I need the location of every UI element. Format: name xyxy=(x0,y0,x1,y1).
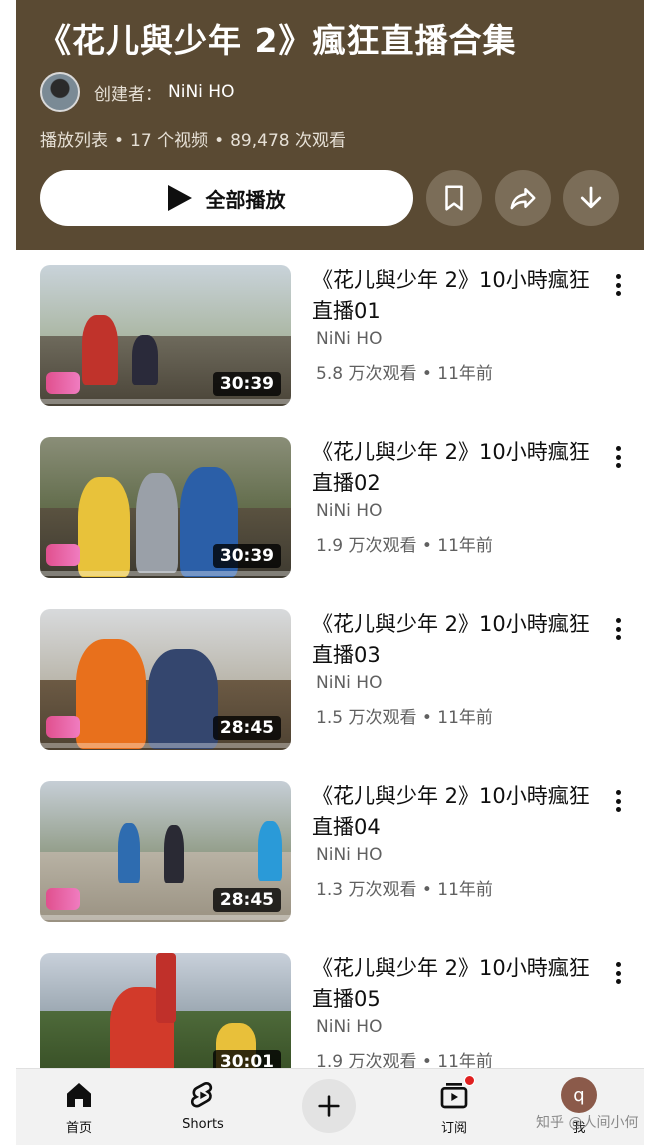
create-button[interactable] xyxy=(302,1079,356,1133)
save-playlist-button[interactable] xyxy=(426,170,482,226)
creator-avatar[interactable] xyxy=(40,72,80,112)
video-title[interactable]: 《花儿與少年 2》10小時瘋狂直播03 xyxy=(312,609,602,671)
notification-dot xyxy=(464,1075,475,1086)
video-channel[interactable]: NiNi HO xyxy=(316,329,382,349)
more-vert-icon[interactable] xyxy=(608,787,628,815)
channel-logo xyxy=(46,544,80,566)
video-channel[interactable]: NiNi HO xyxy=(316,673,382,693)
more-vert-icon[interactable] xyxy=(608,271,628,299)
channel-logo xyxy=(46,372,80,394)
video-thumbnail[interactable]: 30:01 xyxy=(40,953,291,1068)
shorts-icon xyxy=(185,1077,221,1113)
more-vert-icon[interactable] xyxy=(608,959,628,987)
nav-shorts[interactable]: Shorts xyxy=(158,1077,248,1132)
video-stats: 1.3 万次观看 • 11年前 xyxy=(316,880,493,900)
video-channel[interactable]: NiNi HO xyxy=(316,845,382,865)
video-count: 17 个视频 xyxy=(130,131,209,151)
download-icon xyxy=(580,186,602,209)
video-thumbnail[interactable]: 30:39 xyxy=(40,437,291,578)
playlist-meta: 播放列表 • 17 个视频 • 89,478 次观看 xyxy=(40,131,346,151)
share-button[interactable] xyxy=(495,170,551,226)
video-duration: 30:01 xyxy=(212,1050,281,1068)
bookmark-icon xyxy=(445,185,463,211)
creator-row[interactable]: 创建者： NiNi HO xyxy=(40,72,234,112)
play-all-label: 全部播放 xyxy=(205,187,286,212)
video-item[interactable]: 28:45 《花儿與少年 2》10小時瘋狂直播04 NiNi HO 1.3 万次… xyxy=(40,781,640,926)
video-item[interactable]: 30:39 《花儿與少年 2》10小時瘋狂直播01 NiNi HO 5.8 万次… xyxy=(40,265,640,410)
video-title[interactable]: 《花儿與少年 2》10小時瘋狂直播01 xyxy=(312,265,602,327)
playlist-header: 《花儿與少年 2》瘋狂直播合集 创建者： NiNi HO 播放列表 • 17 个视频… xyxy=(16,0,644,250)
video-duration: 30:39 xyxy=(212,372,281,396)
share-icon xyxy=(510,188,536,210)
creator-label: 创建者： xyxy=(94,84,162,105)
nav-home-label: 首页 xyxy=(65,1121,92,1136)
nav-subscriptions-label: 订阅 xyxy=(440,1121,467,1136)
video-stats: 1.5 万次观看 • 11年前 xyxy=(316,708,493,728)
play-icon xyxy=(167,185,192,211)
creator-name[interactable]: NiNi HO xyxy=(168,82,234,102)
nav-subscriptions[interactable]: 订阅 xyxy=(409,1075,499,1136)
video-channel[interactable]: NiNi HO xyxy=(316,501,382,521)
video-duration: 28:45 xyxy=(212,888,281,912)
video-thumbnail[interactable]: 28:45 xyxy=(40,609,291,750)
video-thumbnail[interactable]: 28:45 xyxy=(40,781,291,922)
video-stats: 1.9 万次观看 • 11年前 xyxy=(316,536,493,556)
nav-home[interactable]: 首页 xyxy=(34,1077,124,1136)
view-count: 89,478 次观看 xyxy=(230,131,346,151)
video-title[interactable]: 《花儿與少年 2》10小時瘋狂直播05 xyxy=(312,953,602,1015)
playlist-title: 《花儿與少年 2》瘋狂直播合集 xyxy=(38,21,517,60)
playlist-type: 播放列表 xyxy=(40,131,108,151)
play-all-button[interactable]: 全部播放 xyxy=(40,170,413,226)
home-icon xyxy=(61,1077,97,1113)
video-item[interactable]: 30:39 《花儿與少年 2》10小時瘋狂直播02 NiNi HO 1.9 万次… xyxy=(40,437,640,582)
video-title[interactable]: 《花儿與少年 2》10小時瘋狂直播04 xyxy=(312,781,602,843)
video-duration: 30:39 xyxy=(212,544,281,568)
subscriptions-icon xyxy=(436,1075,475,1113)
video-title[interactable]: 《花儿與少年 2》10小時瘋狂直播02 xyxy=(312,437,602,499)
video-duration: 28:45 xyxy=(212,716,281,740)
video-item[interactable]: 28:45 《花儿與少年 2》10小時瘋狂直播03 NiNi HO 1.5 万次… xyxy=(40,609,640,754)
more-vert-icon[interactable] xyxy=(608,443,628,471)
bottom-navigation: 首页 Shorts 订阅 q 我 xyxy=(16,1068,644,1145)
you-avatar: q xyxy=(561,1077,597,1113)
channel-logo xyxy=(46,716,80,738)
video-channel[interactable]: NiNi HO xyxy=(316,1017,382,1037)
plus-icon xyxy=(318,1095,340,1117)
channel-logo xyxy=(46,888,80,910)
watermark-text: 知乎 @人间小何 xyxy=(536,1115,639,1131)
video-stats: 5.8 万次观看 • 11年前 xyxy=(316,364,493,384)
video-thumbnail[interactable]: 30:39 xyxy=(40,265,291,406)
more-vert-icon[interactable] xyxy=(608,615,628,643)
download-button[interactable] xyxy=(563,170,619,226)
nav-shorts-label: Shorts xyxy=(182,1117,224,1132)
